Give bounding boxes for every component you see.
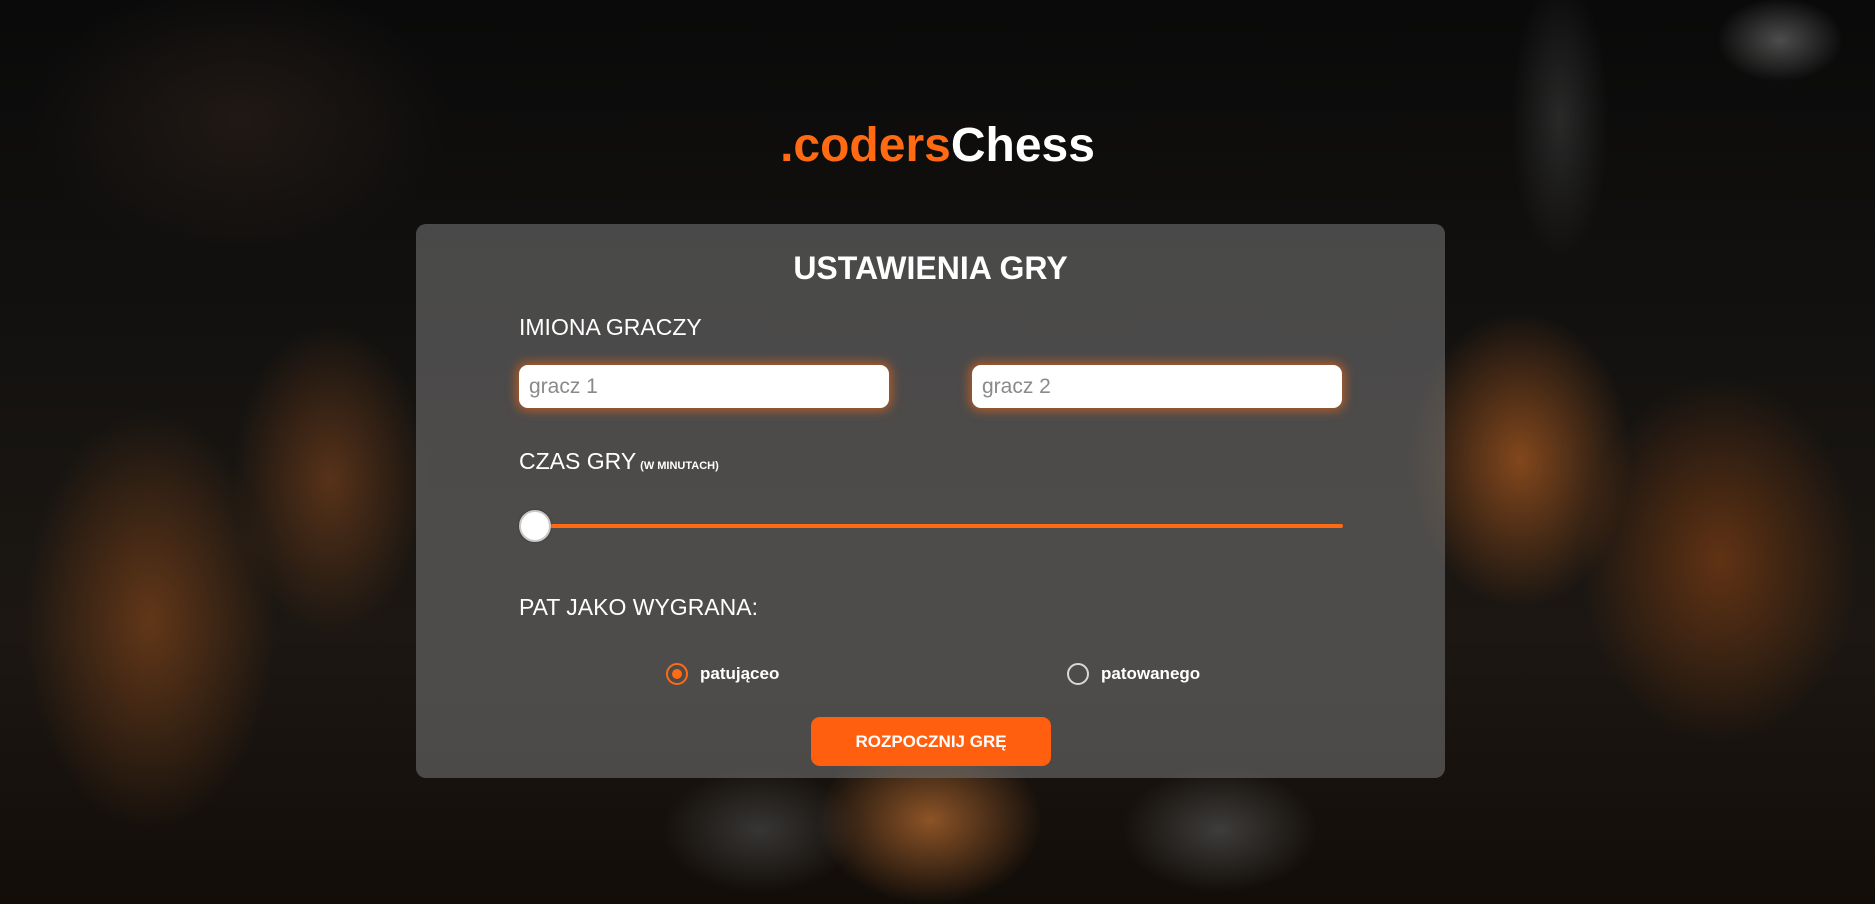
game-time-unit: (W MINUTACH) [640, 460, 719, 472]
start-game-button[interactable]: ROZPOCZNIJ GRĘ [811, 717, 1051, 766]
app-logo: .codersChess [0, 118, 1875, 173]
stalemate-option-stalemated-label: patowanego [1101, 664, 1201, 683]
stalemate-option-stalemated[interactable]: patowanego [1067, 663, 1200, 685]
players-label: IMIONA GRACZY [519, 314, 702, 340]
player1-name-input[interactable] [519, 365, 889, 408]
game-time-slider-track[interactable] [535, 524, 1343, 528]
stalemate-option-stalemating-label: patująceo [700, 664, 780, 683]
logo-main: Chess [950, 119, 1095, 172]
game-time-label-text: CZAS GRY [519, 448, 637, 474]
game-settings-panel: USTAWIENIA GRY IMIONA GRACZY CZAS GRY(W … [416, 224, 1445, 778]
stalemate-option-stalemating[interactable]: patująceo [666, 663, 779, 685]
stalemate-label: PAT JAKO WYGRANA: [519, 594, 758, 620]
game-time-slider-thumb[interactable] [519, 510, 551, 542]
player2-name-input[interactable] [972, 365, 1342, 408]
logo-accent: .coders [780, 119, 951, 172]
panel-title: USTAWIENIA GRY [793, 250, 1068, 286]
game-time-label: CZAS GRY (W MINUTACH) [519, 448, 719, 475]
radio-unchecked-icon[interactable] [1067, 663, 1089, 685]
radio-checked-icon[interactable] [666, 663, 688, 685]
